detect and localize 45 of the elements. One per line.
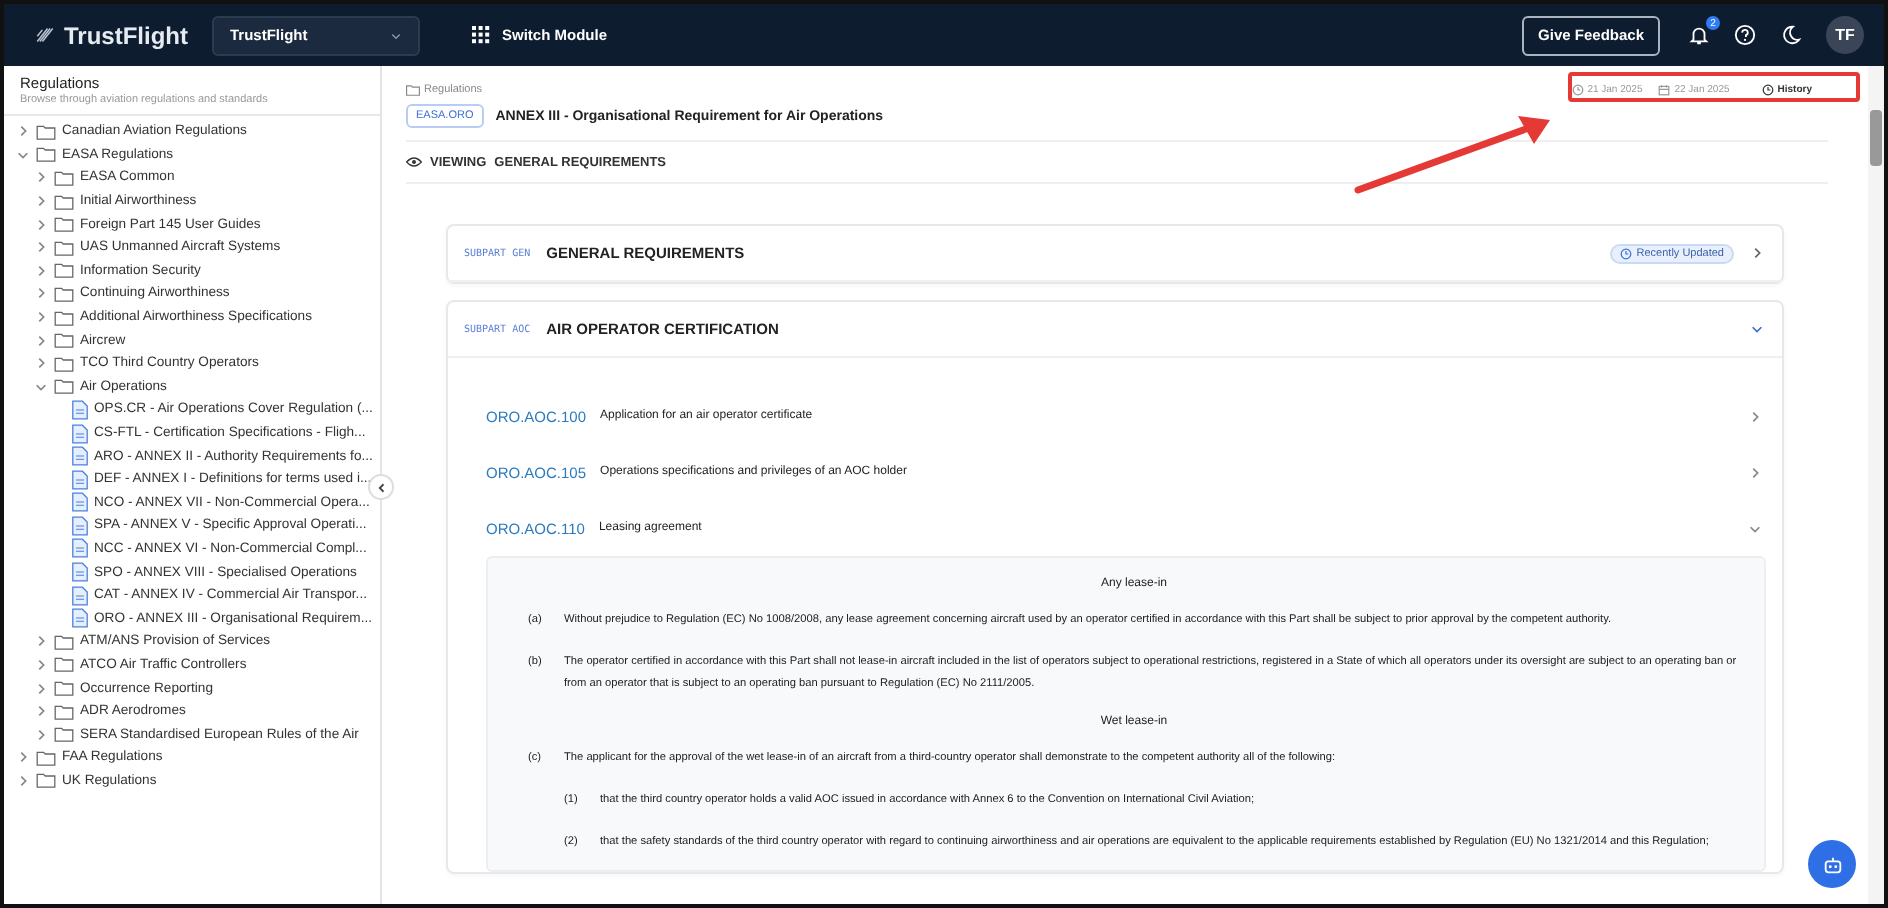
chevron-down-icon[interactable] <box>1748 521 1762 535</box>
collapse-sidebar-button[interactable] <box>368 474 394 500</box>
document-icon <box>72 399 88 420</box>
clock-icon <box>1571 83 1584 95</box>
scrollbar[interactable] <box>1868 66 1884 904</box>
robot-icon <box>1821 853 1843 875</box>
chevron-right-icon[interactable] <box>1748 465 1762 479</box>
chevron-down-icon <box>390 29 402 41</box>
chevron-right-icon[interactable] <box>34 333 48 348</box>
clock-icon <box>1620 247 1633 259</box>
help-icon[interactable] <box>1734 24 1756 46</box>
chevron-right-icon[interactable] <box>34 217 48 232</box>
chevron-down-icon[interactable] <box>34 379 48 394</box>
chevron-right-icon[interactable] <box>16 773 30 788</box>
brand-name: TrustFlight <box>64 21 188 49</box>
grid-icon <box>472 26 490 44</box>
chevron-left-icon <box>375 481 387 493</box>
chevron-right-icon[interactable] <box>16 750 30 765</box>
chevron-right-icon[interactable] <box>34 681 48 696</box>
moon-icon[interactable] <box>1780 24 1802 46</box>
bell-icon[interactable] <box>1688 24 1710 46</box>
chevron-right-icon[interactable] <box>34 634 48 649</box>
chevron-right-icon[interactable] <box>34 286 48 301</box>
logo-icon <box>36 24 54 46</box>
folder-icon <box>406 83 420 95</box>
chevron-down-icon[interactable] <box>16 147 30 162</box>
chevron-right-icon[interactable] <box>34 194 48 209</box>
chevron-right-icon[interactable] <box>34 657 48 672</box>
chevron-right-icon[interactable] <box>34 310 48 325</box>
clock-icon <box>1761 83 1774 95</box>
chevron-right-icon[interactable] <box>34 704 48 719</box>
chevron-right-icon[interactable] <box>34 170 48 185</box>
chevron-right-icon[interactable] <box>16 124 30 139</box>
chevron-right-icon[interactable] <box>34 263 48 278</box>
scrollbar-thumb[interactable] <box>1870 110 1882 166</box>
calendar-icon <box>1658 83 1671 95</box>
chevron-right-icon[interactable] <box>34 727 48 742</box>
chevron-right-icon[interactable] <box>1750 246 1764 260</box>
eye-icon <box>406 156 422 168</box>
chevron-down-icon[interactable] <box>1750 322 1764 336</box>
chevron-right-icon[interactable] <box>1748 409 1762 423</box>
user-avatar[interactable]: TF <box>1826 16 1864 54</box>
chevron-right-icon[interactable] <box>34 356 48 371</box>
chatbot-button[interactable] <box>1808 840 1856 888</box>
chevron-right-icon[interactable] <box>34 240 48 255</box>
